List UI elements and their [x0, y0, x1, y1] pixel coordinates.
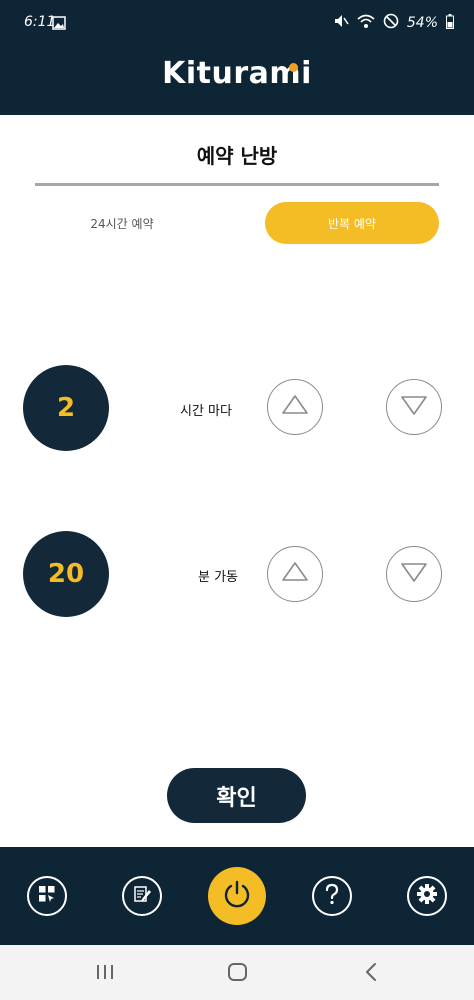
status-icons: 54% — [333, 13, 454, 33]
battery-percent: 54% — [406, 15, 438, 31]
minutes-decrease-button[interactable] — [386, 546, 442, 602]
wifi-icon — [357, 13, 375, 33]
confirm-button[interactable]: 확인 — [167, 768, 306, 823]
power-button[interactable] — [208, 867, 266, 925]
app-header: Kiturami — [0, 48, 474, 115]
edit-button[interactable] — [122, 876, 162, 916]
help-icon — [322, 882, 342, 910]
minutes-increase-button[interactable] — [267, 546, 323, 602]
hours-decrease-button[interactable] — [386, 379, 442, 435]
back-icon[interactable] — [363, 959, 379, 989]
run-minutes-value: 20 — [23, 531, 109, 617]
page-title: 예약 난방 — [196, 144, 278, 168]
triangle-down-icon — [399, 393, 429, 421]
settings-icon — [416, 883, 438, 909]
interval-hours-value: 2 — [23, 365, 109, 451]
run-minutes-label: 분 가동 — [198, 570, 239, 585]
battery-icon — [446, 13, 454, 33]
brand-logo-dot — [289, 63, 298, 72]
settings-button[interactable] — [407, 876, 447, 916]
triangle-down-icon — [399, 560, 429, 588]
triangle-up-icon — [280, 560, 310, 588]
status-bar: 6:11 54% — [0, 0, 474, 48]
do-not-disturb-icon — [383, 13, 399, 33]
status-time: 6:11 — [24, 14, 56, 30]
hours-increase-button[interactable] — [267, 379, 323, 435]
bottom-nav — [0, 847, 474, 945]
triangle-up-icon — [280, 393, 310, 421]
tab-24h-reservation[interactable]: 24시간 예약 — [35, 202, 209, 244]
system-nav-bar — [0, 945, 474, 1000]
help-button[interactable] — [312, 876, 352, 916]
grid-menu-button[interactable] — [27, 876, 67, 916]
home-icon[interactable] — [227, 959, 249, 989]
mute-icon — [333, 13, 349, 33]
tab-repeat-reservation[interactable]: 반복 예약 — [265, 202, 439, 244]
gallery-notification-icon — [52, 15, 66, 34]
brand-logo: Kiturami — [162, 56, 312, 91]
recent-apps-icon[interactable] — [95, 959, 115, 989]
title-divider — [35, 183, 439, 186]
power-icon — [222, 879, 252, 913]
grid-menu-icon — [37, 884, 57, 908]
edit-note-icon — [132, 884, 152, 908]
interval-hours-label: 시간 마다 — [180, 404, 232, 419]
